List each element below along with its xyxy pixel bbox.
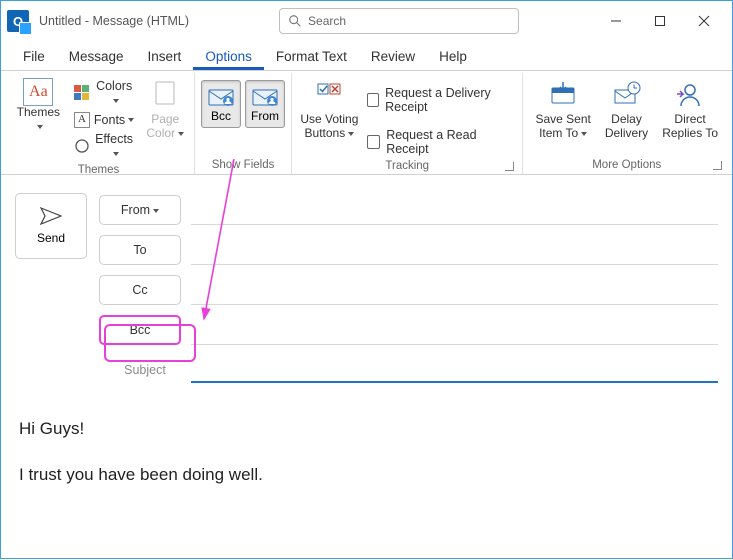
- group-label-themes: Themes: [9, 162, 188, 179]
- save-sent-button[interactable]: Save Sent Item To: [529, 76, 596, 143]
- use-voting-button[interactable]: Use Voting Buttons: [298, 76, 361, 143]
- bcc-button[interactable]: Bcc: [99, 315, 181, 345]
- ribbon-tabs: File Message Insert Options Format Text …: [1, 41, 732, 71]
- from-field[interactable]: [191, 195, 718, 225]
- delivery-receipt-checkbox[interactable]: Request a Delivery Receipt: [367, 84, 517, 116]
- search-input[interactable]: Search: [279, 8, 519, 34]
- checkbox-icon: [367, 93, 379, 107]
- minimize-button[interactable]: [594, 5, 638, 37]
- save-sent-icon: [547, 78, 579, 110]
- tab-file[interactable]: File: [11, 43, 57, 70]
- group-label-tracking: Tracking: [298, 158, 516, 175]
- from-toggle[interactable]: From: [245, 80, 285, 128]
- voting-icon: [313, 78, 345, 110]
- bcc-icon: [207, 85, 235, 109]
- group-more-options: Save Sent Item To Delay Delivery Direct …: [523, 73, 730, 174]
- tab-format-text[interactable]: Format Text: [264, 43, 359, 70]
- to-button[interactable]: To: [99, 235, 181, 265]
- group-label-show-fields: Show Fields: [201, 157, 285, 174]
- tab-review[interactable]: Review: [359, 43, 427, 70]
- group-show-fields: Bcc From Show Fields: [195, 73, 292, 174]
- bcc-toggle[interactable]: Bcc: [201, 80, 241, 128]
- body-line: I trust you have been doing well.: [19, 463, 714, 487]
- effects-button[interactable]: Effects: [70, 131, 139, 162]
- body-line: Hi Guys!: [19, 417, 714, 441]
- read-receipt-checkbox[interactable]: Request a Read Receipt: [367, 126, 517, 158]
- direct-replies-icon: [674, 78, 706, 110]
- send-icon: [40, 207, 62, 225]
- fonts-icon: A: [74, 112, 90, 128]
- checkbox-icon: [367, 135, 380, 149]
- outlook-icon: O: [7, 10, 29, 32]
- send-button[interactable]: Send: [15, 193, 87, 259]
- to-field[interactable]: [191, 235, 718, 265]
- maximize-button[interactable]: [638, 5, 682, 37]
- group-themes: Aa Themes Colors A Fonts Effects: [3, 73, 195, 174]
- from-button[interactable]: From: [99, 195, 181, 225]
- subject-label: Subject: [99, 363, 191, 377]
- from-icon: [251, 85, 279, 109]
- delay-delivery-button[interactable]: Delay Delivery: [599, 76, 654, 143]
- tab-message[interactable]: Message: [57, 43, 136, 70]
- compose-area: Send From To Cc Bcc Subject: [1, 175, 732, 487]
- subject-field[interactable]: [191, 357, 718, 383]
- themes-icon: Aa: [23, 78, 53, 106]
- search-icon: [288, 14, 302, 28]
- message-body[interactable]: Hi Guys! I trust you have been doing wel…: [15, 387, 718, 487]
- tab-options[interactable]: Options: [193, 43, 264, 70]
- cc-field[interactable]: [191, 275, 718, 305]
- tab-help[interactable]: Help: [427, 43, 479, 70]
- cc-button[interactable]: Cc: [99, 275, 181, 305]
- effects-icon: [74, 137, 90, 155]
- page-color-icon: [149, 78, 181, 110]
- search-placeholder: Search: [308, 14, 346, 28]
- title-bar: O Untitled - Message (HTML) Search: [1, 1, 732, 41]
- window-title: Untitled - Message (HTML): [39, 14, 189, 28]
- colors-button[interactable]: Colors: [70, 78, 139, 109]
- themes-button[interactable]: Aa Themes: [9, 76, 68, 136]
- ribbon: Aa Themes Colors A Fonts Effects: [1, 71, 732, 175]
- delay-icon: [611, 78, 643, 110]
- page-color-button[interactable]: Page Color: [142, 76, 188, 143]
- group-tracking: Use Voting Buttons Request a Delivery Re…: [292, 73, 523, 174]
- window-controls: [594, 5, 726, 37]
- colors-icon: [74, 84, 90, 102]
- tab-insert[interactable]: Insert: [136, 43, 194, 70]
- close-button[interactable]: [682, 5, 726, 37]
- direct-replies-button[interactable]: Direct Replies To: [656, 76, 724, 143]
- bcc-field[interactable]: [191, 315, 718, 345]
- fonts-button[interactable]: A Fonts: [70, 111, 139, 129]
- group-label-more-options: More Options: [529, 157, 724, 174]
